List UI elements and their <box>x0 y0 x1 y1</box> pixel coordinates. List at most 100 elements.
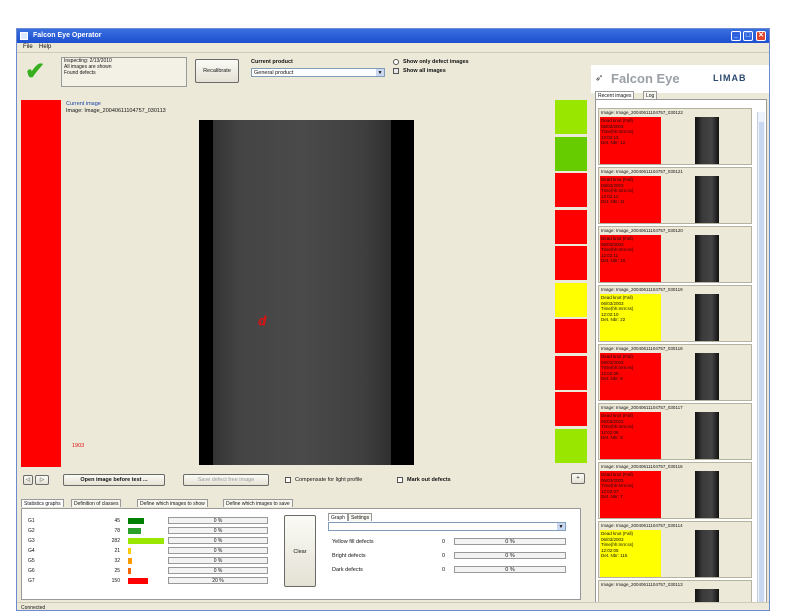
thumbnail-item[interactable]: Image: Image_20040611104757_030118 Dead k… <box>598 344 752 401</box>
tab-definition-of-classes[interactable]: Definition of classes <box>71 499 122 507</box>
graph-row: G4 21 0 % <box>28 547 278 556</box>
graph-percent: 0 % <box>168 537 268 544</box>
camera-image[interactable]: ⅆ <box>199 120 414 465</box>
show-defect-only-label: Show only defect images <box>403 59 469 65</box>
thumbnail-image <box>695 353 719 400</box>
save-defect-free-button[interactable]: Save defect free image <box>183 474 269 486</box>
graph-bar <box>128 528 141 534</box>
tab-statistics-graphs[interactable]: Statistics graphs <box>21 499 64 507</box>
brand-name: Falcon Eye <box>611 71 680 86</box>
thumbnail-info-line: Det. Nbr: 22 <box>601 317 626 322</box>
thumbnail-item[interactable]: Image: Image_20040611104757_030114 Dead k… <box>598 521 752 578</box>
show-defect-only-radio[interactable] <box>393 59 399 65</box>
graph-class-count: 21 <box>114 548 120 554</box>
show-all-checkbox[interactable] <box>393 68 399 74</box>
thumbnail-title: Image: Image_20040611104757_030117 <box>601 405 683 410</box>
clear-graphs-button[interactable]: Clear Graphs <box>284 515 316 587</box>
tab-recent-images[interactable]: Recent images <box>595 91 635 99</box>
menu-help[interactable]: Help <box>39 44 51 50</box>
result-square <box>555 100 587 134</box>
graph-percent: 0 % <box>168 557 268 564</box>
thumbnail-info: Dead knot (Fall) 06/03/2003 Time(hh:mm:ss)… <box>600 412 661 459</box>
title-bar[interactable]: Falcon Eye Operator _ □ ✕ <box>17 29 769 43</box>
recalibrate-button[interactable]: Recalibrate <box>195 59 239 83</box>
minimize-icon[interactable]: _ <box>731 31 741 41</box>
current-image-panel: Current image Image: Image_2004061110475… <box>64 100 504 470</box>
recent-images-list: Image: Image_20040611104757_030122 Dead k… <box>595 99 767 610</box>
thumbnail-item[interactable]: Image: Image_20040611104757_030119 Dead k… <box>598 285 752 342</box>
chevron-down-icon[interactable]: ▼ <box>376 69 384 76</box>
result-square <box>555 355 587 390</box>
graph-class-count: 282 <box>111 538 120 544</box>
graph-bar <box>128 558 132 564</box>
defect-row-percent: 0 % <box>454 566 566 573</box>
graph-class-name: G6 <box>28 568 35 574</box>
graph-select[interactable]: ▼ <box>328 522 566 531</box>
thumbnail-item[interactable]: Image: Image_20040611104757_030120 Dead k… <box>598 226 752 283</box>
thumbnail-item[interactable]: Image: Image_20040611104757_030117 Dead k… <box>598 403 752 460</box>
graph-bar <box>128 518 144 524</box>
thumbnail-info: Dead knot (Fall) 06/03/2003 Time(hh:mm:ss)… <box>600 353 661 400</box>
status-line: Found defects <box>64 70 96 76</box>
result-square <box>555 209 587 244</box>
graph-percent: 20 % <box>168 577 268 584</box>
tab-log[interactable]: Log <box>643 91 658 99</box>
add-button[interactable]: + <box>571 473 585 484</box>
compensate-label: Compensate for light profile <box>295 477 363 483</box>
tab-define-images-save[interactable]: Define which images to save <box>223 499 293 507</box>
open-image-button[interactable]: Open image before test ... <box>63 474 165 486</box>
graph-percent: 0 % <box>168 527 268 534</box>
thumbnail-image <box>695 117 719 164</box>
close-icon[interactable]: ✕ <box>756 31 766 41</box>
thumbnail-info-line: Det. Nbr: 12 <box>601 140 626 145</box>
current-product-label: Current product <box>251 59 293 65</box>
play-icon[interactable]: ▷ <box>35 475 49 485</box>
graph-bar <box>128 548 131 554</box>
thumbnail-image <box>695 294 719 341</box>
thumbnail-item[interactable]: Image: Image_20040611104757_030121 Dead k… <box>598 167 752 224</box>
result-square <box>555 136 587 171</box>
thumbnail-image <box>695 530 719 577</box>
chevron-down-icon[interactable]: ▼ <box>557 523 565 530</box>
scrollbar-thumb[interactable] <box>759 122 764 602</box>
compensate-checkbox[interactable] <box>285 477 291 483</box>
thumbnail-item[interactable]: Image: Image_20040611104757_030122 Dead k… <box>598 108 752 165</box>
statistics-panel: G1 45 0 % G2 78 0 % G3 282 0 % G4 21 0 % G5 32 0 % G6 25… <box>21 508 581 600</box>
graph-row: G7 150 20 % <box>28 577 278 586</box>
tab-settings[interactable]: Settings <box>348 513 373 521</box>
tab-graph[interactable]: Graph <box>328 513 348 521</box>
eagle-logo-icon: ➶ <box>595 73 604 84</box>
product-select[interactable]: General product ▼ <box>251 68 385 77</box>
product-select-value: General product <box>254 70 294 76</box>
bottom-tabs: Statistics graphs Definition of classes … <box>19 496 589 507</box>
graph-bar <box>128 578 148 584</box>
graph-percent: 0 % <box>168 567 268 574</box>
result-square <box>555 428 587 463</box>
thumbnail-image <box>695 235 719 282</box>
company-logo: LIMAB <box>713 73 747 83</box>
thumbnail-info-line: Det. Nbr: 11 <box>601 199 625 204</box>
thumbnail-title: Image: Image_20040611104757_030121 <box>601 169 683 174</box>
thumbnail-image <box>695 176 719 223</box>
current-image-name: Image: Image_20040611104757_030113 <box>66 108 166 114</box>
defect-marker: ⅆ <box>258 314 267 328</box>
graph-bar <box>128 538 164 544</box>
graph-class-count: 32 <box>114 558 120 564</box>
graph-class-name: G4 <box>28 548 35 554</box>
thumbnail-item[interactable]: Image: Image_20040611104757_030116 Dead k… <box>598 462 752 519</box>
result-square <box>555 282 587 317</box>
graph-percent: 0 % <box>168 517 268 524</box>
graph-class-count: 150 <box>111 578 120 584</box>
defect-row-percent: 0 % <box>454 552 566 559</box>
thumbnail-info: Dead knot (Fall) 06/03/2003 Time(hh:mm:ss)… <box>600 235 661 282</box>
vertical-scrollbar[interactable] <box>757 112 765 606</box>
tab-define-images-show[interactable]: Define which images to show <box>137 499 208 507</box>
result-square <box>555 246 587 280</box>
graph-bar <box>128 568 131 574</box>
current-status-bar <box>21 100 61 467</box>
mark-defects-checkbox[interactable] <box>397 477 403 483</box>
thumbnail-info-line: Det. Nbr: 7 <box>601 494 623 499</box>
prev-icon[interactable]: ◁ <box>23 475 33 485</box>
maximize-icon[interactable]: □ <box>743 31 753 41</box>
menu-file[interactable]: File <box>23 44 33 50</box>
